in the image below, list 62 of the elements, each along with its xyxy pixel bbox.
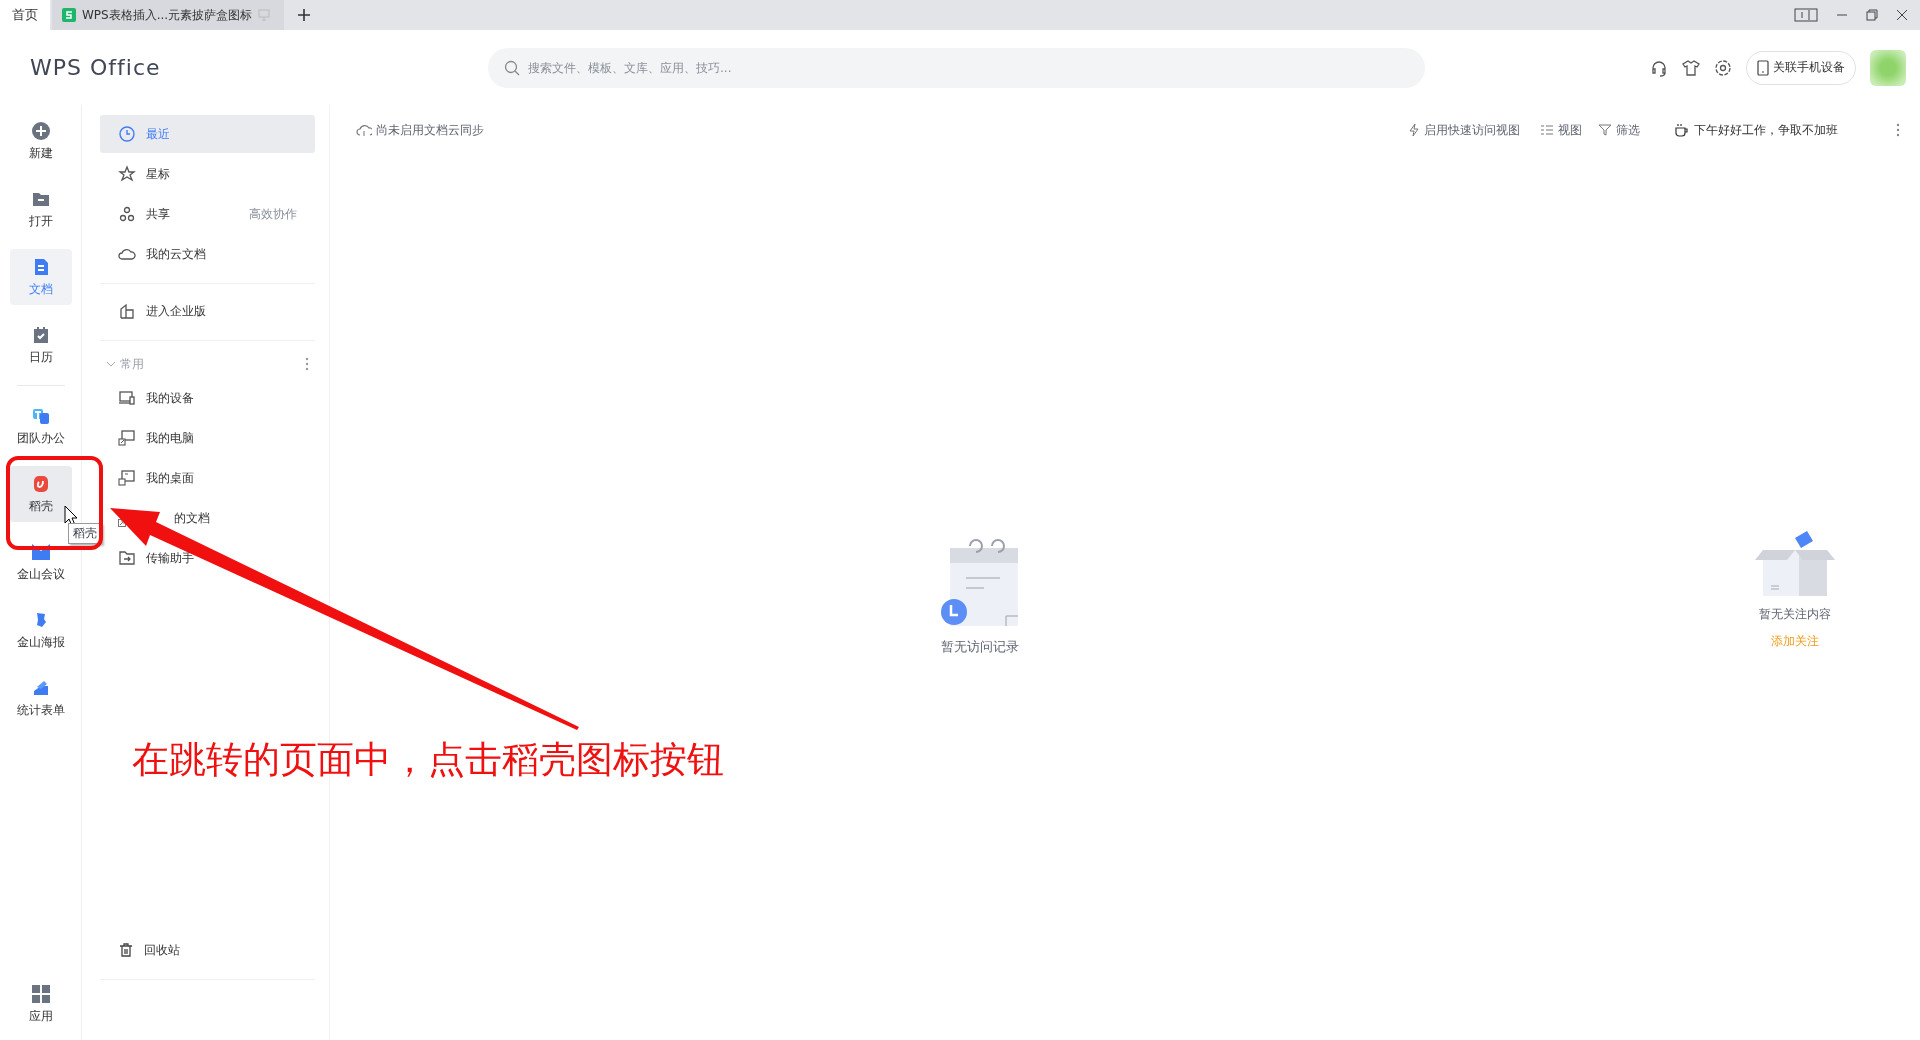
nav-item[interactable]: 我的云文档 [100,235,315,273]
search-field[interactable]: 搜索文件、模板、文库、应用、技巧... [488,47,1425,88]
shirt-icon[interactable] [1682,58,1700,77]
tab[interactable]: 首页 [0,0,50,30]
building-icon [118,302,136,320]
nav-item[interactable]: 我的设备 [100,379,315,417]
share-icon [118,205,136,223]
filter-icon [1598,124,1612,136]
desktop-icon [118,469,136,487]
list-icon [1540,124,1554,136]
view-button[interactable]: 视图 [1540,121,1582,139]
greeting: 下午好好工作，争取不加班 [1674,121,1838,139]
rail-item[interactable]: 统计表单 [9,670,72,726]
chevron-icon[interactable] [106,359,116,369]
device-toggle-icon[interactable] [1794,7,1818,23]
rail-item[interactable]: 稻壳 [9,466,72,522]
sync-status[interactable]: 尚未启用文档云同步 [356,121,484,139]
rail-item[interactable]: 新建 [9,113,72,169]
quick-view-button[interactable]: 启用快速访问视图 [1408,121,1520,139]
empty-message: 暂无关注内容 [1759,606,1831,623]
close-icon[interactable] [1896,9,1908,21]
nav-item[interactable]: 共享 高效协作 [100,195,315,233]
rail-item[interactable]: 日历 [9,317,72,373]
nav-item[interactable]: 回收站 [100,931,315,969]
more-icon[interactable] [1896,123,1900,137]
monitor-icon [118,429,136,447]
app-logo: WPS Office [30,55,162,80]
clock-icon [118,125,136,143]
nav-item[interactable]: 星标 [100,155,315,193]
rail-item[interactable]: 文档 [9,249,72,305]
envelope-icon [30,541,51,562]
plus-circle-icon [30,120,51,141]
rail-item[interactable]: 金山海报 [9,602,72,658]
cup-icon [1674,123,1690,137]
tab[interactable]: WPS表格插入...元素披萨盒图标 [52,0,284,30]
headset-icon[interactable] [1650,58,1668,77]
folder-icon [118,549,136,567]
restore-icon[interactable] [1866,9,1878,21]
apps-grid-icon [30,983,51,1004]
link-phone-button[interactable]: 关联手机设备 [1746,50,1856,85]
nav-note[interactable]: 高效协作 [249,205,297,223]
phone-icon [1757,59,1769,76]
star-icon [118,165,136,183]
empty-message: 暂无访问记录 [941,638,1019,656]
monitor-icon [258,9,271,21]
settings-icon[interactable] [1714,58,1732,77]
rail-item[interactable]: 应用 [9,976,72,1032]
nav-item[interactable]: 我的电脑 [100,419,315,457]
more-icon[interactable] [305,357,309,371]
spreadsheet-icon [62,8,76,22]
lightning-icon [1408,123,1420,137]
nav-item[interactable]: 进入企业版 [100,292,315,330]
rail-item[interactable]: 打开 [9,181,72,237]
trash-icon [118,942,134,958]
cloud-icon [356,123,372,137]
laptop-icon [118,389,136,407]
section-title: 常用 [120,355,144,373]
rail-item[interactable]: 团队办公 [9,398,72,454]
tooltip: 稻壳 [68,523,102,544]
annotation-caption: 在跳转的页面中，点击稻壳图标按钮 [132,737,724,783]
nav-item[interactable]: 我的桌面 [100,459,315,497]
filter-button[interactable]: 筛选 [1598,121,1640,139]
